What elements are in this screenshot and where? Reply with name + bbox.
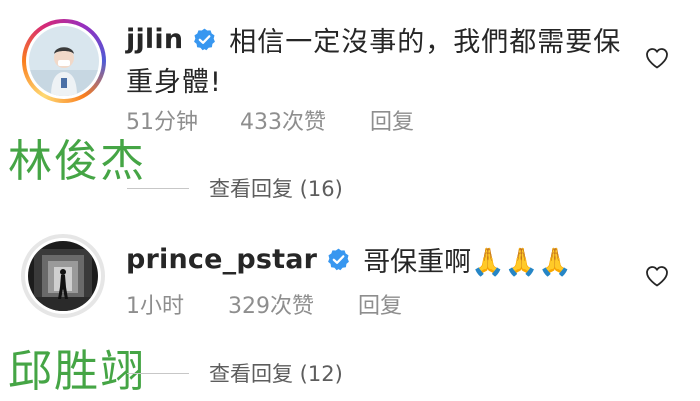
verified-badge-icon — [328, 248, 350, 271]
story-ring-avatar[interactable] — [22, 19, 106, 103]
heart-outline-icon[interactable] — [645, 47, 669, 69]
comment-header: jjlin 相信一定沒事的，我們都需要保 — [126, 20, 621, 59]
avatar — [28, 241, 98, 311]
view-replies-button[interactable]: 查看回复 (12) — [127, 358, 343, 388]
comment-text-continued: 重身體! — [126, 67, 222, 98]
comment-text: 相信一定沒事的，我們都需要保 — [229, 27, 622, 58]
verified-badge-icon — [194, 28, 216, 51]
comment-meta: 51分钟 433次赞 回复 — [126, 104, 414, 136]
view-replies-button[interactable]: 查看回复 (16) — [127, 173, 343, 203]
like-count-button[interactable]: 329次赞 — [228, 288, 358, 320]
comment-time: 1小时 — [126, 294, 184, 319]
comment-text: 哥保重啊🙏🙏🙏 — [363, 247, 573, 278]
username-link[interactable]: prince_pstar — [126, 244, 317, 275]
reply-divider — [127, 372, 189, 374]
avatar — [29, 26, 99, 96]
reply-divider — [127, 187, 189, 189]
overlay-caption-name: 林俊杰 — [8, 136, 146, 187]
heart-outline-icon[interactable] — [645, 265, 669, 287]
avatar-photo-icon — [29, 26, 99, 96]
comment-meta: 1小时 329次赞 回复 — [126, 288, 402, 320]
reply-button[interactable]: 回复 — [358, 288, 402, 320]
comment-item: prince_pstar 哥保重啊🙏🙏🙏 1小时 329次赞 回复 邱胜翊 查看… — [0, 212, 700, 401]
comment-item: jjlin 相信一定沒事的，我們都需要保 重身體! 51分钟 433次赞 回复 … — [0, 0, 700, 212]
view-replies-label: 查看回复 (16) — [209, 177, 343, 201]
avatar-photo-icon — [28, 241, 98, 311]
avatar-ring[interactable] — [21, 234, 105, 318]
reply-button[interactable]: 回复 — [370, 104, 414, 136]
like-count-button[interactable]: 433次赞 — [240, 104, 370, 136]
overlay-caption-name: 邱胜翊 — [8, 346, 146, 397]
view-replies-label: 查看回复 (12) — [209, 362, 343, 386]
comment-header: prince_pstar 哥保重啊🙏🙏🙏 — [126, 240, 572, 279]
username-link[interactable]: jjlin — [126, 24, 183, 55]
